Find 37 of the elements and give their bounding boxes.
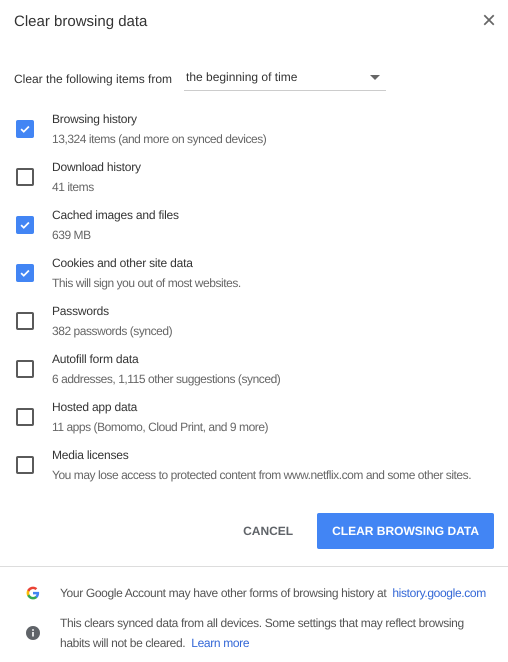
item-label: Cookies and other site data: [52, 256, 194, 270]
checkbox[interactable]: [16, 264, 34, 282]
item-detail: 41 items: [52, 180, 95, 194]
item-detail: 13,324 items (and more on synced devices): [52, 132, 266, 146]
item-detail: 639 MB: [52, 228, 92, 242]
checkbox[interactable]: [16, 120, 34, 138]
item-detail: 6 addresses, 1,115 other suggestions (synced): [52, 372, 280, 386]
caret-icon: [370, 74, 380, 80]
checkbox[interactable]: [16, 360, 34, 378]
item-label: Browsing history: [52, 112, 138, 126]
item-detail: You may lose access to protected content from www.netflix.com and some other sites.: [52, 468, 472, 482]
checkbox[interactable]: [16, 408, 34, 426]
time-range-label: Clear the following items from: [14, 72, 174, 86]
clear-button[interactable]: CLEAR BROWSING DATA: [317, 513, 494, 549]
checkbox[interactable]: [16, 312, 34, 330]
note-text: Your Google Account may have other forms of browsing history at history.google.com: [60, 585, 486, 602]
note-text: This clears synced data from all devices. Some settings that may reflect browsing habits will not be cleared. Learn more: [60, 615, 465, 652]
item-label: Passwords: [52, 304, 110, 318]
google-g-icon: [26, 586, 40, 600]
item-label: Download history: [52, 160, 141, 174]
time-range-dropdown[interactable]: the beginning of time: [184, 66, 386, 91]
item-detail: This will sign you out of most websites.: [52, 276, 241, 290]
link[interactable]: Learn more: [191, 636, 250, 650]
checkbox[interactable]: [16, 168, 34, 186]
cancel-button[interactable]: CANCEL: [235, 514, 302, 548]
item-label: Hosted app data: [52, 400, 138, 414]
close-button[interactable]: ×: [482, 11, 496, 31]
info-icon: [26, 626, 40, 640]
link[interactable]: history.google.com: [392, 586, 486, 600]
item-label: Autofill form data: [52, 352, 140, 366]
item-detail: 382 passwords (synced): [52, 324, 172, 338]
checkbox[interactable]: [16, 216, 34, 234]
item-label: Media licenses: [52, 448, 130, 462]
checkbox[interactable]: [16, 456, 34, 474]
item-label: Cached images and files: [52, 208, 179, 222]
item-detail: 11 apps (Bomomo, Cloud Print, and 9 more): [52, 420, 268, 434]
dialog-title: Clear browsing data: [14, 12, 148, 30]
